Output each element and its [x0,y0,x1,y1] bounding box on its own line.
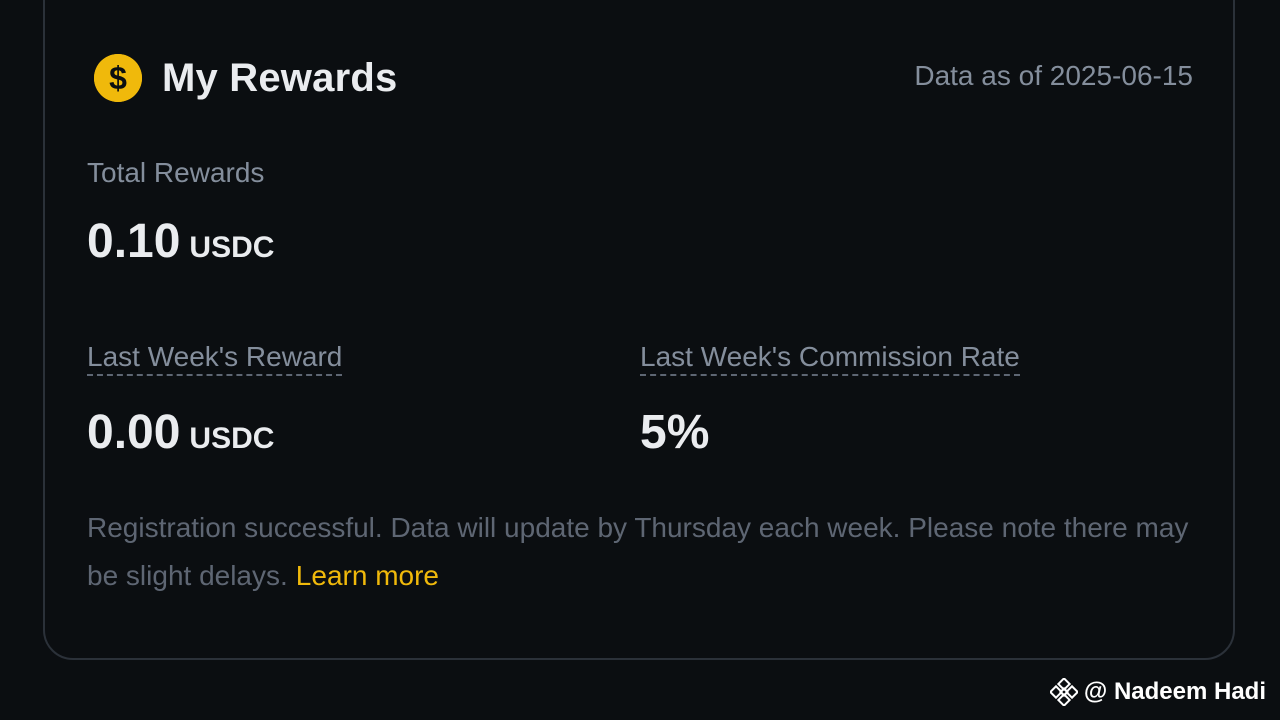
commission-rate-amount: 5% [640,406,710,459]
commission-rate-value: 5% [640,405,709,460]
data-date: Data as of 2025-06-15 [914,60,1193,91]
last-week-reward-label[interactable]: Last Week's Reward [87,340,343,376]
last-week-reward-value: 0.00 USDC [87,405,274,460]
rewards-header: $ My Rewards [94,54,397,102]
last-week-reward-amount: 0.00 [87,406,181,459]
last-week-reward-unit: USDC [189,422,275,455]
svg-text:$: $ [109,60,127,96]
registration-note: Registration successful. Data will updat… [87,504,1197,600]
total-rewards-amount: 0.10 [87,215,181,268]
total-rewards-unit: USDC [189,231,275,264]
dollar-coin-icon: $ [94,54,142,102]
watermark-text: @ Nadeem Hadi [1083,678,1266,705]
commission-rate-label[interactable]: Last Week's Commission Rate [640,340,1020,376]
total-rewards-value: 0.10 USDC [87,214,274,269]
learn-more-link[interactable]: Learn more [296,560,439,591]
total-rewards-label: Total Rewards [87,157,265,188]
page-title: My Rewards [162,55,398,100]
registration-note-text: Registration successful. Data will updat… [87,512,1189,591]
binance-logo-icon [1049,678,1078,706]
watermark: @ Nadeem Hadi [1049,678,1266,706]
